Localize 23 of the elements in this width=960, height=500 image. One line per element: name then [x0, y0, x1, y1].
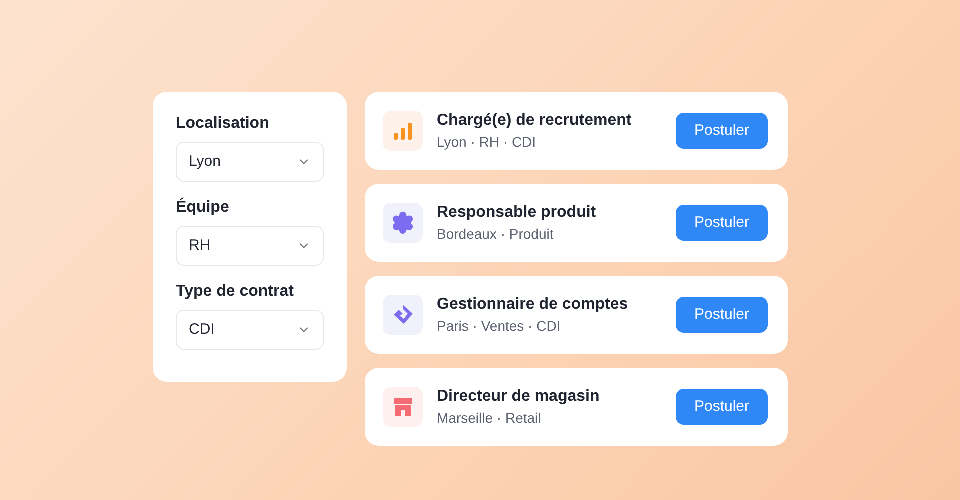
filter-dropdown[interactable]: CDI [176, 310, 324, 350]
apply-button[interactable]: Postuler [676, 205, 768, 241]
job-meta: Bordeaux · Produit [437, 225, 555, 244]
dropdown-value: RH [189, 236, 211, 256]
bar-chart-icon [393, 121, 413, 141]
dropdown-value: Lyon [189, 152, 221, 172]
job-title: Chargé(e) de recrutement [437, 111, 633, 131]
job-title: Responsable produit [437, 203, 598, 223]
apply-button[interactable]: Postuler [676, 113, 768, 149]
store-icon [392, 396, 414, 418]
job-meta: Paris · Ventes · CDI [437, 317, 562, 336]
filter-dropdown[interactable]: RH [176, 226, 324, 266]
job-title: Gestionnaire de comptes [437, 295, 630, 315]
apply-button[interactable]: Postuler [676, 297, 768, 333]
filter-label: Équipe [176, 198, 230, 218]
job-meta: Lyon · RH · CDI [437, 133, 538, 152]
job-meta: Marseille · Retail [437, 409, 542, 428]
filter-label: Type de contrat [176, 282, 295, 302]
filter-label: Localisation [176, 114, 270, 134]
job-title: Directeur de magasin [437, 387, 601, 407]
filter-dropdown[interactable]: Lyon [176, 142, 324, 182]
apply-button[interactable]: Postuler [676, 389, 768, 425]
dropdown-value: CDI [189, 320, 215, 340]
